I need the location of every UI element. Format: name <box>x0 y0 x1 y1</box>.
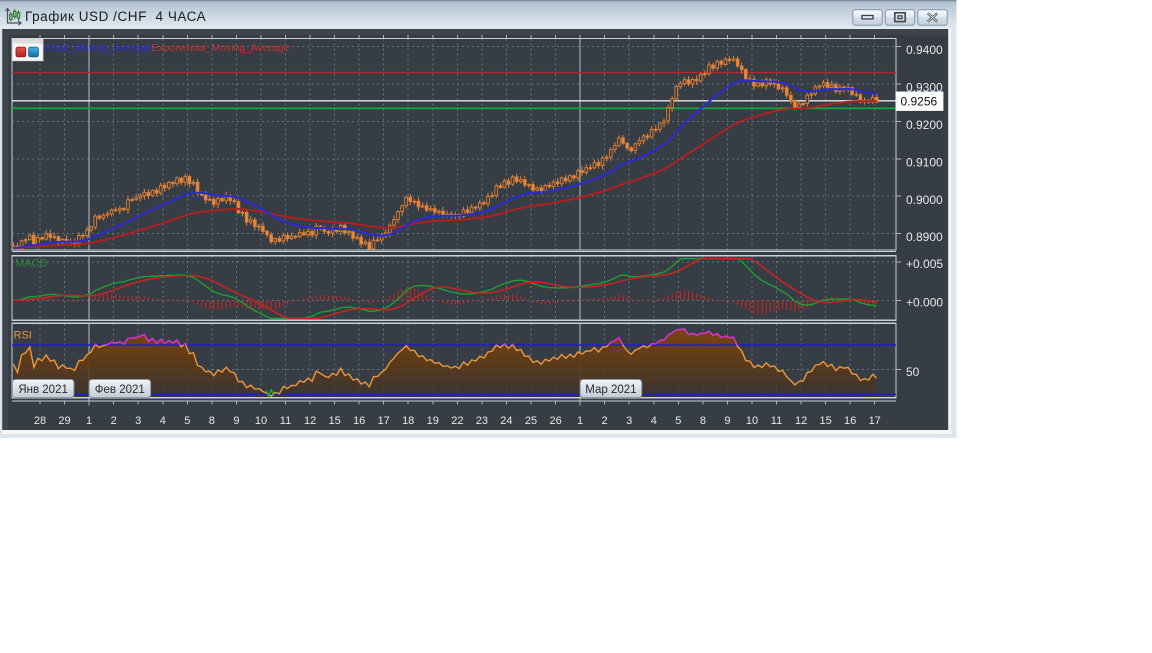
svg-text:15: 15 <box>819 415 831 427</box>
svg-text:Мар 2021: Мар 2021 <box>585 384 636 396</box>
svg-text:26: 26 <box>549 415 561 427</box>
svg-text:16: 16 <box>844 415 856 427</box>
svg-text:15: 15 <box>328 415 340 427</box>
svg-text:Exponential_Moving_Average: Exponential_Moving_Average <box>152 43 290 54</box>
svg-text:Янв 2021: Янв 2021 <box>18 384 68 396</box>
svg-text:10: 10 <box>255 415 267 427</box>
svg-text:12: 12 <box>304 415 316 427</box>
svg-text:23: 23 <box>476 415 488 427</box>
svg-text:19: 19 <box>427 415 439 427</box>
svg-text:5: 5 <box>184 415 190 427</box>
svg-text:4: 4 <box>160 415 166 427</box>
svg-text:12: 12 <box>795 415 807 427</box>
svg-text:5: 5 <box>675 415 681 427</box>
svg-text:4: 4 <box>651 415 657 427</box>
svg-text:11: 11 <box>280 415 291 427</box>
svg-text:2: 2 <box>602 415 608 427</box>
svg-text:+0.005: +0.005 <box>906 257 943 271</box>
svg-text:9: 9 <box>233 415 239 427</box>
svg-text:11: 11 <box>771 415 782 427</box>
svg-text:24: 24 <box>500 415 512 427</box>
svg-text:3: 3 <box>135 415 141 427</box>
svg-text:3: 3 <box>626 415 632 427</box>
svg-text:MACD: MACD <box>15 258 47 270</box>
svg-text:17: 17 <box>869 415 881 427</box>
svg-text:Фев 2021: Фев 2021 <box>95 384 145 396</box>
svg-text:0.8900: 0.8900 <box>906 230 943 244</box>
svg-text:28: 28 <box>34 415 46 427</box>
svg-text:16: 16 <box>353 415 365 427</box>
svg-text:50: 50 <box>906 365 920 379</box>
svg-text:8: 8 <box>209 415 215 427</box>
svg-text:22: 22 <box>451 415 463 427</box>
svg-text:0.9100: 0.9100 <box>906 155 943 169</box>
svg-text:10: 10 <box>746 415 758 427</box>
svg-text:1: 1 <box>86 415 92 427</box>
svg-text:0.9256: 0.9256 <box>901 94 938 108</box>
svg-text:8: 8 <box>700 415 706 427</box>
svg-text:1: 1 <box>577 415 583 427</box>
svg-text:2: 2 <box>111 415 117 427</box>
svg-text:29: 29 <box>58 415 70 427</box>
svg-text:17: 17 <box>378 415 390 427</box>
svg-text:RSI: RSI <box>14 330 32 342</box>
svg-text:+0.000: +0.000 <box>906 296 943 310</box>
svg-text:0.9400: 0.9400 <box>906 43 943 57</box>
svg-text:18: 18 <box>402 415 414 427</box>
svg-text:25: 25 <box>525 415 537 427</box>
svg-text:График USD /CHF 4 ЧАСА: График USD /CHF 4 ЧАСА <box>25 9 206 24</box>
svg-text:0.9000: 0.9000 <box>906 193 943 207</box>
svg-text:0.9200: 0.9200 <box>906 118 943 132</box>
svg-text:9: 9 <box>724 415 730 427</box>
